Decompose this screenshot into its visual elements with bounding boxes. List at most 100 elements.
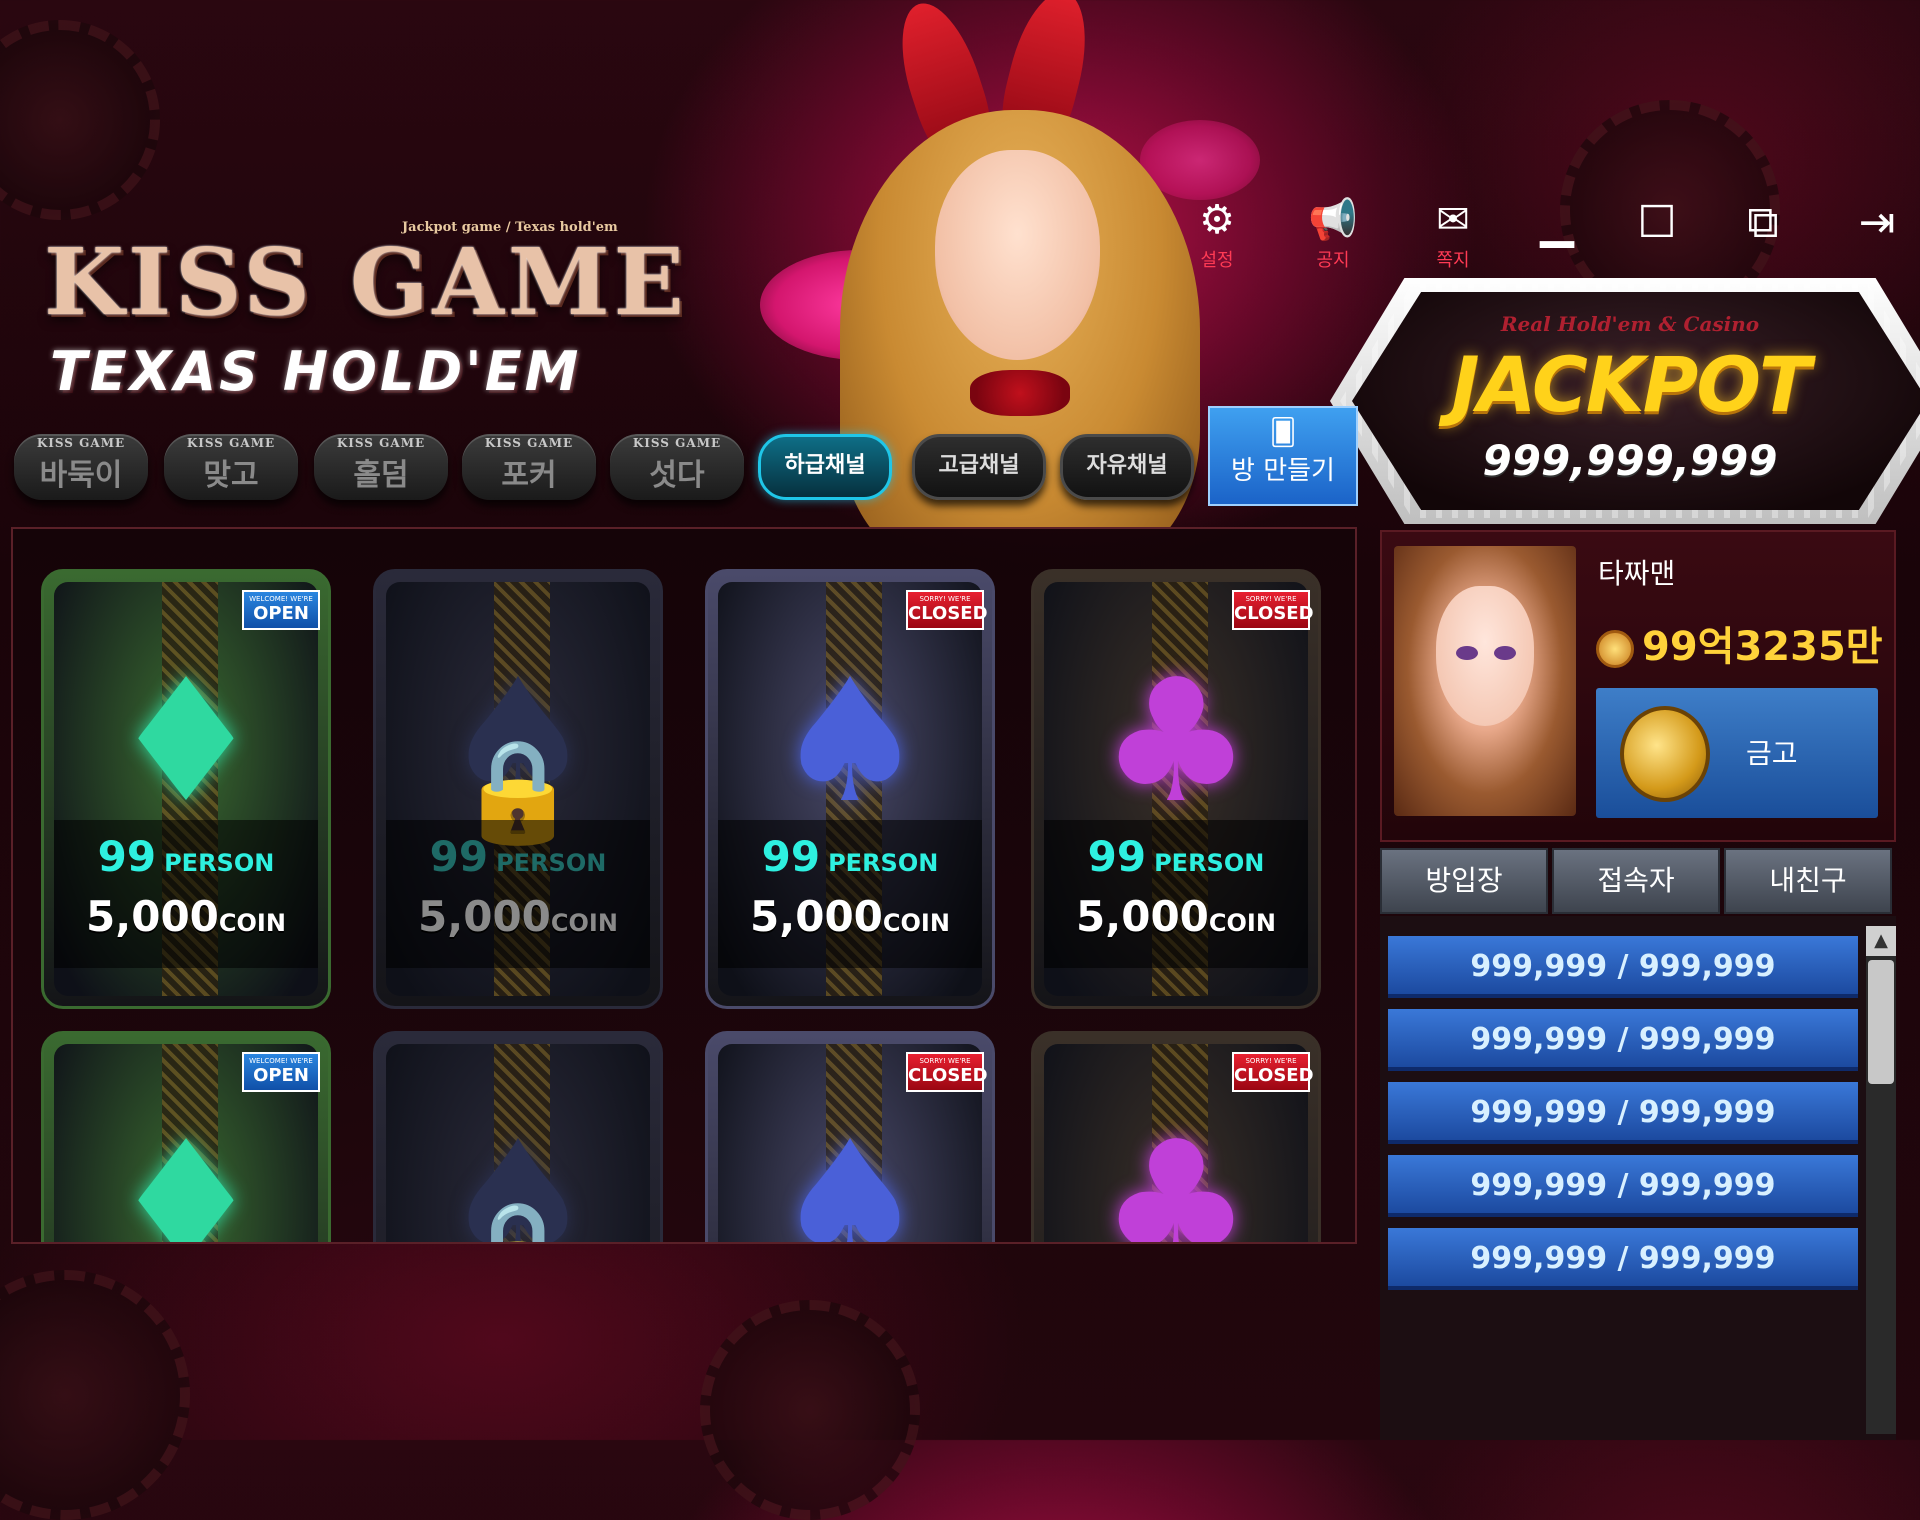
game-tab-matgo[interactable]: KISS GAME 맞고	[164, 434, 298, 500]
message-button[interactable]: ✉ 쪽지	[1408, 196, 1498, 272]
room-list-panel: 999,999 / 999,999 999,999 / 999,999 999,…	[1380, 916, 1896, 1440]
game-tab-label: 홀덤	[353, 458, 409, 493]
vault-icon	[1620, 706, 1710, 802]
game-tab-brand: KISS GAME	[36, 436, 126, 450]
exit-icon: ⇥	[1858, 197, 1896, 248]
game-tab-brand: KISS GAME	[336, 436, 426, 450]
room-status-badge: WELCOME! WE'RE OPEN	[242, 590, 320, 630]
jackpot-script: Real Hold'em & Casino	[1500, 312, 1760, 336]
status-text: OPEN	[253, 1065, 309, 1086]
room-card-face: ♠ 99 PERSON 5,000COIN	[718, 582, 982, 996]
list-item[interactable]: 999,999 / 999,999	[1388, 1009, 1858, 1071]
coin-icon	[1596, 630, 1634, 668]
room-status-badge: SORRY! WE'RE CLOSED	[906, 590, 988, 630]
list-item[interactable]: 999,999 / 999,999	[1388, 1155, 1858, 1217]
suit-icon: ♠	[773, 1105, 927, 1244]
game-tab-label: 포커	[501, 458, 557, 493]
room-card[interactable]: ♠ 🔒 99 PERSON 5,000COIN	[373, 569, 663, 1009]
list-item[interactable]: 999,999 / 999,999	[1388, 1228, 1858, 1290]
coin-word: COIN	[218, 909, 286, 937]
coin-word: COIN	[1208, 909, 1276, 937]
profile-panel: 타짜맨 99억3235만 금고	[1380, 530, 1896, 842]
game-tab-holdem[interactable]: KISS GAME 홀덤	[314, 434, 448, 500]
room-card[interactable]: ♦ WELCOME! WE'RE OPEN	[41, 1031, 331, 1244]
channel-tab-low[interactable]: 하급채널	[758, 434, 892, 500]
tab-users[interactable]: 접속자	[1552, 848, 1720, 914]
make-room-button[interactable]: 🂠 방 만들기	[1208, 406, 1358, 506]
person-word: PERSON	[496, 849, 607, 877]
tab-friends[interactable]: 내친구	[1724, 848, 1892, 914]
make-room-label: 방 만들기	[1231, 456, 1335, 486]
scroll-thumb[interactable]	[1868, 960, 1894, 1084]
coin-number: 5,000	[418, 892, 551, 941]
logo-game-name: TEXAS HOLD'EM	[50, 340, 582, 403]
game-tab-label: 바둑이	[39, 458, 123, 493]
tab-room-enter[interactable]: 방입장	[1380, 848, 1548, 914]
maximize-icon: ☐	[1637, 197, 1677, 248]
coin-word: COIN	[882, 909, 950, 937]
game-tab-label: 맞고	[203, 458, 259, 493]
side-tabs: 방입장 접속자 내친구	[1380, 848, 1896, 914]
room-card[interactable]: ♠ SORRY! WE'RE CLOSED	[705, 1031, 995, 1244]
game-tab-brand: KISS GAME	[632, 436, 722, 450]
game-tab-seotda[interactable]: KISS GAME 섯다	[610, 434, 744, 500]
list-item[interactable]: 999,999 / 999,999	[1388, 1082, 1858, 1144]
room-status-badge: WELCOME! WE'RE OPEN	[242, 1052, 320, 1092]
poker-chip-decoration	[0, 20, 160, 220]
room-card-face: ♠ 🔒 99 PERSON 5,000COIN	[386, 582, 650, 996]
room-card[interactable]: ♣ 99 PERSON 5,000COIN SORRY! WE'RE CLOSED	[1031, 569, 1321, 1009]
maximize-button[interactable]: ☐	[1630, 196, 1684, 250]
jackpot-title: JACKPOT	[1451, 340, 1811, 429]
megaphone-icon: 📢	[1308, 197, 1358, 243]
room-coin: 5,000COIN	[718, 892, 982, 941]
status-text: CLOSED	[908, 1065, 988, 1086]
gear-icon: ⚙	[1199, 197, 1235, 243]
game-tab-baduki[interactable]: KISS GAME 바둑이	[14, 434, 148, 500]
minimize-icon: ▁	[1540, 197, 1574, 248]
scrollbar[interactable]: ▲	[1866, 926, 1896, 1434]
cards-icon: 🂠	[1269, 418, 1297, 448]
popout-icon: ⧉	[1747, 197, 1779, 248]
suit-icon: ♦	[109, 643, 263, 841]
popout-button[interactable]: ⧉	[1736, 196, 1790, 250]
room-person-count: 99 PERSON	[54, 832, 318, 881]
person-word: PERSON	[828, 849, 939, 877]
suit-icon: ♣	[1099, 1105, 1253, 1244]
person-number: 99	[1087, 832, 1147, 881]
person-number: 99	[761, 832, 821, 881]
settings-button[interactable]: ⚙ 설정	[1172, 196, 1262, 272]
room-card-face: ♠🔒	[386, 1044, 650, 1242]
room-card[interactable]: ♣ SORRY! WE'RE CLOSED	[1031, 1031, 1321, 1244]
poker-chip-decoration	[700, 1300, 920, 1520]
status-text: CLOSED	[1234, 1065, 1314, 1086]
status-text: CLOSED	[1234, 603, 1314, 624]
lock-icon: 🔒	[456, 1194, 581, 1242]
bow-tie	[970, 370, 1070, 416]
poker-chip-decoration	[0, 1270, 190, 1520]
person-number: 99	[429, 832, 489, 881]
channel-tab-free[interactable]: 자유채널	[1060, 434, 1194, 500]
room-card[interactable]: ♦ 99 PERSON 5,000COIN WELCOME! WE'RE OPEN	[41, 569, 331, 1009]
room-grid: ♦ 99 PERSON 5,000COIN WELCOME! WE'RE OPEN ♠ 🔒 99…	[11, 527, 1357, 1244]
notice-button[interactable]: 📢 공지	[1288, 196, 1378, 272]
suit-icon: ♦	[109, 1105, 263, 1244]
avatar	[1394, 546, 1576, 816]
game-tab-poker[interactable]: KISS GAME 포커	[462, 434, 596, 500]
avatar-face	[1436, 586, 1534, 726]
scroll-up-arrow-icon[interactable]: ▲	[1866, 926, 1896, 956]
list-item[interactable]: 999,999 / 999,999	[1388, 936, 1858, 998]
room-card[interactable]: ♠🔒	[373, 1031, 663, 1242]
room-card[interactable]: ♠ 99 PERSON 5,000COIN SORRY! WE'RE CLOSED	[705, 569, 995, 1009]
notice-label: 공지	[1316, 250, 1350, 271]
message-label: 쪽지	[1436, 250, 1470, 271]
coin-number: 5,000	[86, 892, 219, 941]
safe-label: 금고	[1746, 737, 1798, 770]
minimize-button[interactable]: ▁	[1530, 196, 1584, 250]
person-word: PERSON	[1154, 849, 1265, 877]
suit-icon: ♠	[773, 643, 927, 841]
coin-number: 5,000	[750, 892, 883, 941]
exit-button[interactable]: ⇥	[1850, 196, 1904, 250]
channel-tab-high[interactable]: 고급채널	[912, 434, 1046, 500]
avatar-eye	[1456, 646, 1478, 660]
safe-button[interactable]: 금고	[1596, 688, 1878, 818]
